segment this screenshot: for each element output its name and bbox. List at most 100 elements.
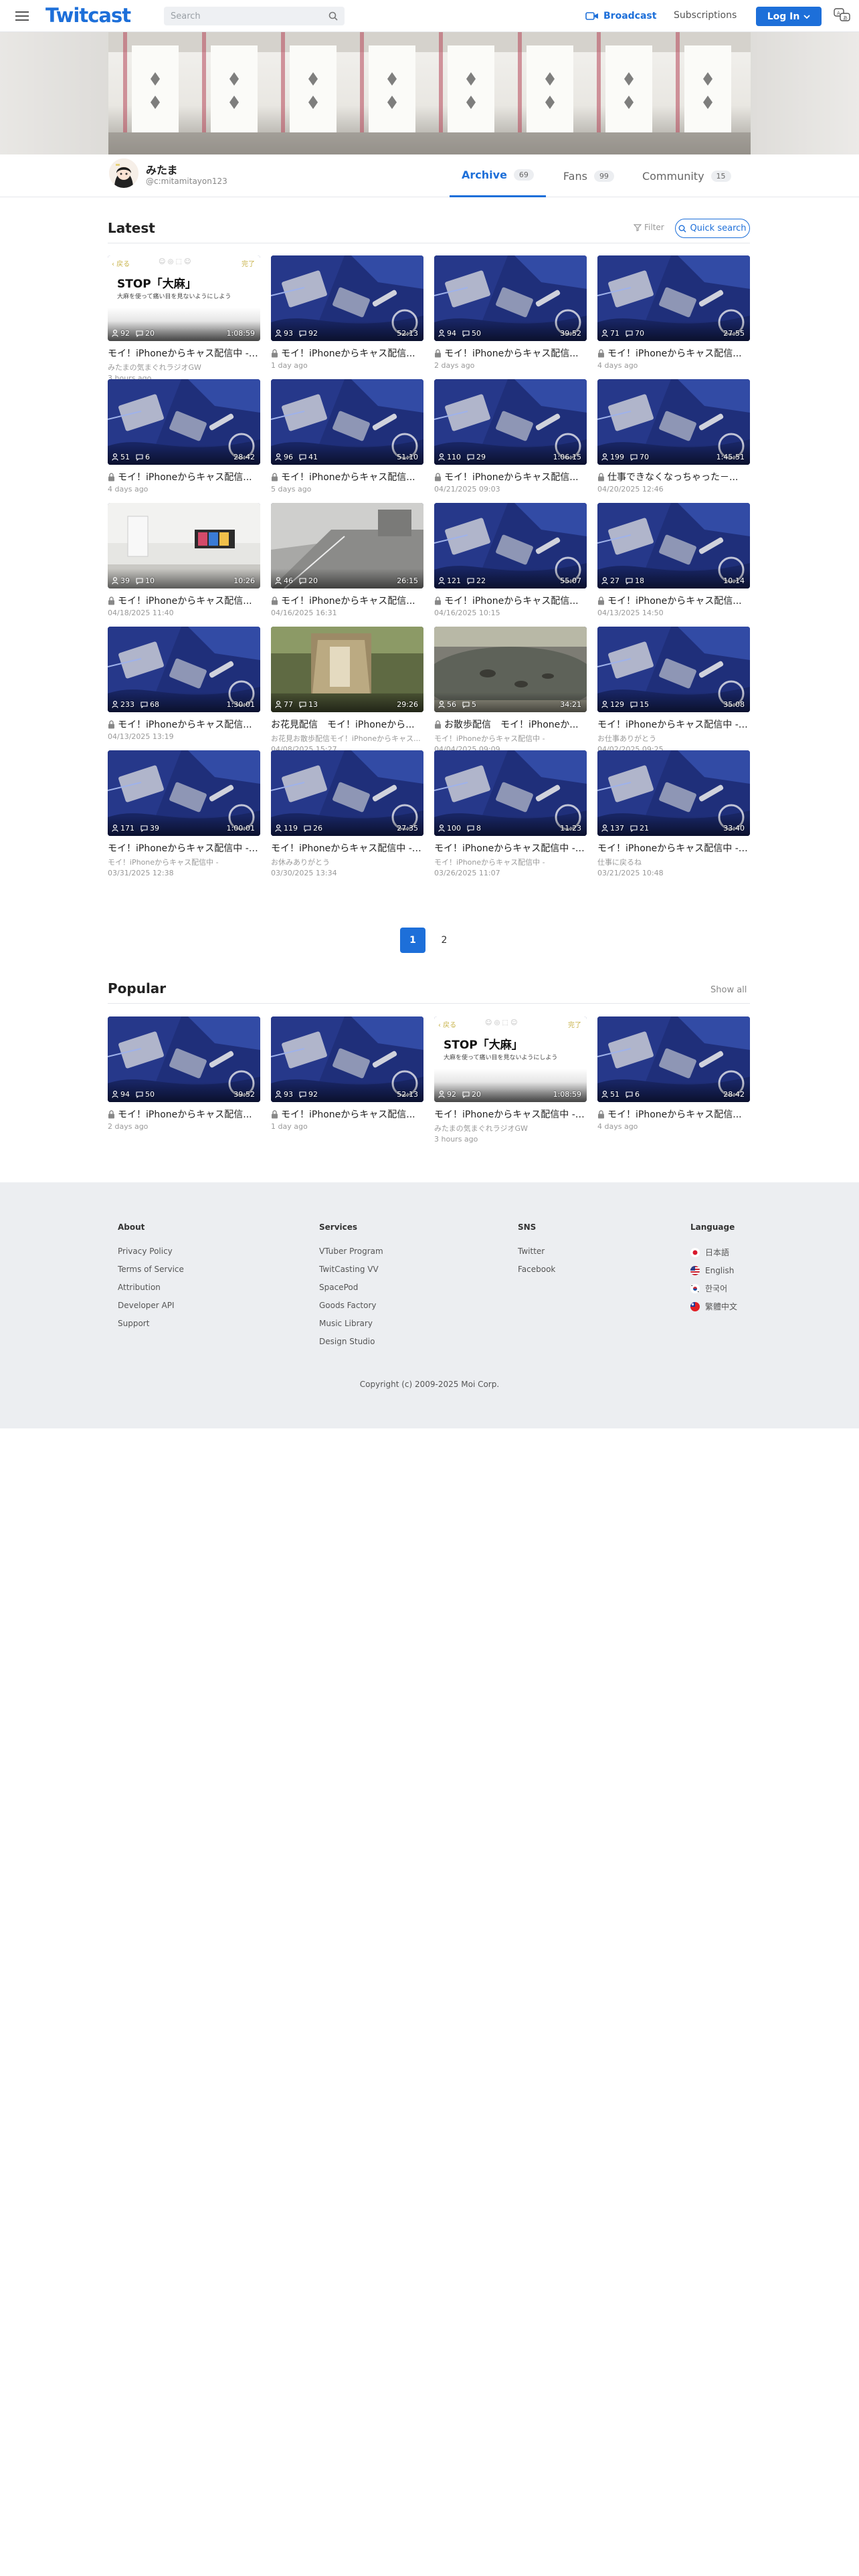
video-card[interactable]: 199 70 1:45:51 仕事できなくなっちゃった－... 04/20/2025 1…	[597, 379, 750, 503]
footer-link-twitter[interactable]: Twitter	[518, 1247, 555, 1258]
footer-link-terms[interactable]: Terms of Service	[118, 1265, 184, 1276]
broadcast-link[interactable]: Broadcast	[585, 9, 656, 23]
video-thumbnail[interactable]: 93 92 52:13	[271, 255, 423, 341]
video-title[interactable]: モイ！iPhoneからキャス配信中 - ...	[271, 841, 423, 855]
video-title[interactable]: モイ！iPhoneからキャス配信...	[271, 1107, 423, 1121]
show-all-link[interactable]: Show all	[710, 985, 747, 995]
video-title[interactable]: モイ！iPhoneからキャス配信...	[597, 346, 750, 360]
language-japanese[interactable]: 日本語	[690, 1247, 737, 1258]
video-card[interactable]: 46 20 26:15 モイ！iPhoneからキャス配信... 04/16/2025 1…	[271, 503, 423, 627]
video-title[interactable]: お花見配信 モイ！iPhoneから...	[271, 718, 423, 731]
video-thumbnail[interactable]: 51 6 28:42	[108, 379, 260, 465]
video-title[interactable]: モイ！iPhoneからキャス配信...	[434, 346, 587, 360]
video-title[interactable]: モイ！iPhoneからキャス配信...	[108, 594, 260, 607]
avatar[interactable]	[108, 157, 140, 189]
video-card[interactable]: 171 39 1:00:01 モイ！iPhoneからキャス配信中 - ... モイ！iP…	[108, 750, 260, 877]
video-title[interactable]: モイ！iPhoneからキャス配信...	[271, 470, 423, 484]
tab-community[interactable]: Community 15	[632, 154, 742, 197]
video-card[interactable]: 100 8 11:23 モイ！iPhoneからキャス配信中 - ... モイ！iPhon…	[434, 750, 587, 877]
video-title[interactable]: お散歩配信 モイ！iPhoneか...	[434, 718, 587, 731]
video-card[interactable]: 119 26 27:35 モイ！iPhoneからキャス配信中 - ... お休みありがと…	[271, 750, 423, 877]
language-korean[interactable]: 한국어	[690, 1283, 737, 1294]
video-thumbnail[interactable]: 27 18 10:14	[597, 503, 750, 588]
tab-fans[interactable]: Fans 99	[553, 154, 625, 197]
video-card[interactable]: 233 68 1:30:01 モイ！iPhoneからキャス配信... 04/13/202…	[108, 627, 260, 750]
video-card[interactable]: 137 21 33:40 モイ！iPhoneからキャス配信中 - ... 仕事に戻るね 0…	[597, 750, 750, 877]
video-thumbnail[interactable]: 121 22 55:07	[434, 503, 587, 588]
tab-archive[interactable]: Archive 69	[450, 154, 546, 197]
video-title[interactable]: モイ！iPhoneからキャス配信中 - ...	[597, 718, 750, 731]
login-button[interactable]: Log In	[756, 7, 822, 26]
video-thumbnail[interactable]: 137 21 33:40	[597, 750, 750, 836]
video-card[interactable]: 110 29 1:06:15 モイ！iPhoneからキャス配信... 04/21/202…	[434, 379, 587, 503]
video-card[interactable]: 56 5 34:21 お散歩配信 モイ！iPhoneか... モイ！iPhoneからキャ…	[434, 627, 587, 754]
search-icon[interactable]	[328, 11, 338, 21]
video-thumbnail[interactable]: 119 26 27:35	[271, 750, 423, 836]
video-thumbnail[interactable]: 51 6 28:42	[597, 1016, 750, 1102]
video-thumbnail[interactable]: 71 70 27:55	[597, 255, 750, 341]
video-thumbnail[interactable]: 46 20 26:15	[271, 503, 423, 588]
video-thumbnail[interactable]: 56 5 34:21	[434, 627, 587, 712]
footer-link-spacepod[interactable]: SpacePod	[319, 1283, 383, 1294]
footer-link-goods-factory[interactable]: Goods Factory	[319, 1301, 383, 1312]
video-card[interactable]: ‹ 戻る ☺ ◎ ⬚ ☺ 完了 STOP「大麻」 大麻を使って痛い目を見ないようにしよう…	[108, 255, 260, 383]
footer-link-privacy[interactable]: Privacy Policy	[118, 1247, 184, 1258]
video-title[interactable]: モイ！iPhoneからキャス配信...	[271, 346, 423, 360]
video-title[interactable]: 仕事できなくなっちゃった－...	[597, 470, 750, 484]
video-card[interactable]: 51 6 28:42 モイ！iPhoneからキャス配信... 4 days ago	[597, 1016, 750, 1140]
video-card[interactable]: 121 22 55:07 モイ！iPhoneからキャス配信... 04/16/2025 …	[434, 503, 587, 627]
video-title[interactable]: モイ！iPhoneからキャス配信中 - ...	[434, 841, 587, 855]
footer-link-design-studio[interactable]: Design Studio	[319, 1337, 383, 1348]
footer-link-support[interactable]: Support	[118, 1319, 184, 1330]
page-2-button[interactable]: 2	[432, 928, 457, 953]
video-card[interactable]: 39 10 10:26 モイ！iPhoneからキャス配信... 04/18/2025 1…	[108, 503, 260, 627]
video-card[interactable]: 51 6 28:42 モイ！iPhoneからキャス配信... 4 days ago	[108, 379, 260, 503]
video-card[interactable]: 129 15 35:08 モイ！iPhoneからキャス配信中 - ... お仕事ありがと…	[597, 627, 750, 754]
search-input[interactable]	[171, 9, 318, 23]
video-card[interactable]: 96 41 51:10 モイ！iPhoneからキャス配信... 5 days ago	[271, 379, 423, 503]
video-card[interactable]: 94 50 39:52 モイ！iPhoneからキャス配信... 2 days ago	[108, 1016, 260, 1140]
video-title[interactable]: モイ！iPhoneからキャス配信...	[434, 470, 587, 484]
video-thumbnail[interactable]: 39 10 10:26	[108, 503, 260, 588]
footer-link-attribution[interactable]: Attribution	[118, 1283, 184, 1294]
footer-link-developer-api[interactable]: Developer API	[118, 1301, 184, 1312]
video-thumbnail[interactable]: 100 8 11:23	[434, 750, 587, 836]
language-traditional-chinese[interactable]: 繁體中文	[690, 1301, 737, 1312]
video-thumbnail[interactable]: ‹ 戻る ☺ ◎ ⬚ ☺ 完了 STOP「大麻」 大麻を使って痛い目を見ないようにしよう…	[434, 1016, 587, 1102]
video-card[interactable]: ‹ 戻る ☺ ◎ ⬚ ☺ 完了 STOP「大麻」 大麻を使って痛い目を見ないようにしよう…	[434, 1016, 587, 1144]
video-thumbnail[interactable]: 94 50 39:52	[434, 255, 587, 341]
filter-button[interactable]: Filter	[634, 223, 664, 232]
video-thumbnail[interactable]: ‹ 戻る ☺ ◎ ⬚ ☺ 完了 STOP「大麻」 大麻を使って痛い目を見ないようにしよう…	[108, 255, 260, 341]
video-title[interactable]: モイ！iPhoneからキャス配信...	[271, 594, 423, 607]
video-thumbnail[interactable]: 171 39 1:00:01	[108, 750, 260, 836]
page-1-button[interactable]: 1	[400, 928, 425, 953]
language-icon[interactable]: Aあ	[834, 7, 851, 23]
twitcast-logo[interactable]: Twitcast	[45, 4, 131, 27]
video-thumbnail[interactable]: 233 68 1:30:01	[108, 627, 260, 712]
video-title[interactable]: モイ！iPhoneからキャス配信中 - ...	[434, 1107, 587, 1121]
subscriptions-link[interactable]: Subscriptions	[674, 10, 737, 21]
video-thumbnail[interactable]: 96 41 51:10	[271, 379, 423, 465]
footer-link-vtuber[interactable]: VTuber Program	[319, 1247, 383, 1258]
video-title[interactable]: モイ！iPhoneからキャス配信中 - ...	[597, 841, 750, 855]
video-thumbnail[interactable]: 93 92 52:13	[271, 1016, 423, 1102]
quick-search-button[interactable]: Quick search	[675, 219, 750, 238]
video-card[interactable]: 94 50 39:52 モイ！iPhoneからキャス配信... 2 days ago	[434, 255, 587, 379]
video-title[interactable]: モイ！iPhoneからキャス配信...	[108, 1107, 260, 1121]
menu-icon[interactable]	[15, 9, 29, 23]
video-thumbnail[interactable]: 129 15 35:08	[597, 627, 750, 712]
video-thumbnail[interactable]: 110 29 1:06:15	[434, 379, 587, 465]
video-card[interactable]: 71 70 27:55 モイ！iPhoneからキャス配信... 4 days ago	[597, 255, 750, 379]
video-thumbnail[interactable]: 77 13 29:26	[271, 627, 423, 712]
video-title[interactable]: モイ！iPhoneからキャス配信...	[434, 594, 587, 607]
video-title[interactable]: モイ！iPhoneからキャス配信中 - ...	[108, 841, 260, 855]
video-title[interactable]: モイ！iPhoneからキャス配信中 - ...	[108, 346, 260, 360]
video-title[interactable]: モイ！iPhoneからキャス配信...	[108, 470, 260, 484]
video-card[interactable]: 93 92 52:13 モイ！iPhoneからキャス配信... 1 day ago	[271, 255, 423, 379]
language-english[interactable]: English	[690, 1265, 737, 1276]
video-thumbnail[interactable]: 94 50 39:52	[108, 1016, 260, 1102]
footer-link-music-library[interactable]: Music Library	[319, 1319, 383, 1330]
video-thumbnail[interactable]: 199 70 1:45:51	[597, 379, 750, 465]
profile-name[interactable]: みたま	[146, 161, 178, 177]
video-title[interactable]: モイ！iPhoneからキャス配信...	[597, 594, 750, 607]
